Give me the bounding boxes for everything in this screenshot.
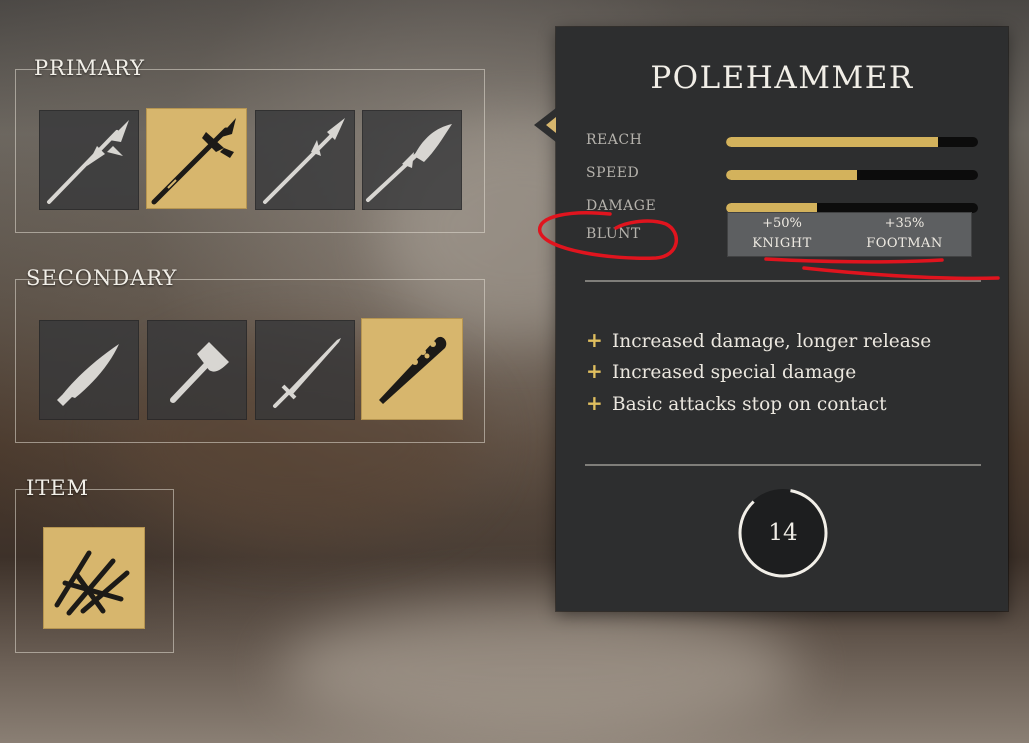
halberd-icon (47, 120, 129, 204)
trait-text: Increased damage, longer release (612, 331, 932, 352)
panel-pointer-accent (546, 117, 556, 133)
plus-icon: + (586, 328, 603, 352)
slot-spear[interactable] (255, 110, 355, 210)
trait-item: + Increased special damage (586, 359, 856, 383)
trait-text: Basic attacks stop on contact (612, 394, 887, 415)
slot-polehammer[interactable] (146, 108, 247, 209)
slot-caltrops[interactable] (43, 527, 145, 629)
stat-label-damage: DAMAGE (586, 198, 657, 214)
weapon-name: POLEHAMMER (650, 60, 914, 96)
cost-value: 14 (768, 520, 798, 546)
hatchet-icon (170, 342, 229, 403)
primary-title: PRIMARY (34, 56, 145, 80)
background-blur (280, 600, 800, 740)
slot-halberd[interactable] (39, 110, 139, 210)
secondary-title: SECONDARY (26, 266, 178, 290)
trait-item: + Basic attacks stop on contact (586, 391, 887, 415)
trait-item: + Increased damage, longer release (586, 328, 931, 352)
bonus-knight-target: KNIGHT (752, 236, 812, 251)
slot-sword[interactable] (255, 320, 355, 420)
stat-label-reach: REACH (586, 132, 643, 148)
bonus-footman: +35% FOOTMAN (852, 214, 957, 254)
slot-spiked-club[interactable] (361, 318, 463, 420)
bonus-footman-target: FOOTMAN (866, 236, 943, 251)
spear-icon (263, 118, 345, 204)
damage-bonus-box: +50% KNIGHT +35% FOOTMAN (727, 212, 972, 257)
panel-divider-top (585, 280, 981, 282)
sword-icon (273, 338, 341, 408)
plus-icon: + (586, 391, 603, 415)
stat-bar-reach (726, 137, 978, 147)
plus-icon: + (586, 359, 603, 383)
damage-type-label: BLUNT (586, 226, 641, 242)
slot-knife[interactable] (39, 320, 139, 420)
slot-hatchet[interactable] (147, 320, 247, 420)
trait-text: Increased special damage (612, 362, 857, 383)
caltrops-icon (54, 550, 130, 616)
stat-label-speed: SPEED (586, 165, 640, 181)
slot-glaive[interactable] (362, 110, 462, 210)
stat-bar-speed (726, 170, 978, 180)
stat-bar-reach-fill (726, 137, 938, 147)
bonus-knight: +50% KNIGHT (737, 214, 827, 254)
polehammer-icon (151, 118, 236, 205)
stat-bar-speed-fill (726, 170, 858, 180)
bonus-footman-percent: +35% (884, 216, 925, 231)
glaive-icon (366, 124, 452, 202)
item-title: ITEM (26, 476, 90, 500)
panel-divider-bottom (585, 464, 981, 466)
knife-icon (57, 344, 119, 406)
bonus-knight-percent: +50% (762, 216, 802, 231)
spiked-club-icon (379, 336, 447, 404)
